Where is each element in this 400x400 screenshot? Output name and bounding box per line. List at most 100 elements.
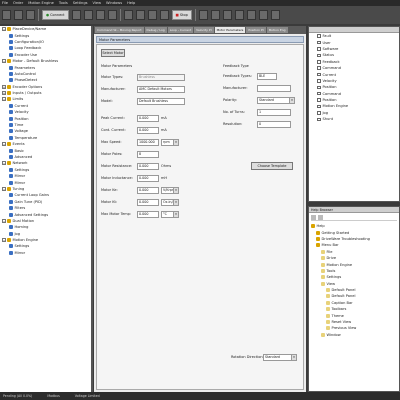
- field-input[interactable]: 0.000: [137, 199, 159, 206]
- tree-item[interactable]: Mirror: [0, 250, 91, 256]
- field-input[interactable]: 0.000: [137, 163, 159, 170]
- page-icon: [326, 326, 330, 331]
- checkbox-icon[interactable]: [317, 98, 321, 102]
- tab-item[interactable]: Motion Eng: [266, 27, 288, 33]
- collapse-icon[interactable]: −: [2, 186, 6, 191]
- tab-item[interactable]: Loop - Current: [167, 27, 194, 33]
- field-input[interactable]: 0.000: [137, 175, 159, 182]
- feedback-input[interactable]: 0: [257, 121, 291, 128]
- tab-item[interactable]: Velocity PI: [194, 27, 214, 33]
- menu-item[interactable]: Settings: [73, 1, 88, 5]
- tab-item[interactable]: Command W... Moving Report: [95, 27, 144, 33]
- checkbox-icon[interactable]: [317, 47, 321, 51]
- signal-item-label: Shunt: [322, 117, 334, 122]
- help-item-label: Menu Bar: [321, 243, 339, 248]
- save-icon[interactable]: [26, 10, 35, 20]
- tool-icon[interactable]: [135, 10, 145, 20]
- field-input[interactable]: AMC Default Motors: [137, 86, 185, 93]
- field-input[interactable]: 1000.000: [137, 139, 159, 146]
- rotation-direction-select[interactable]: Standard ▾: [263, 354, 297, 361]
- open-icon[interactable]: [14, 10, 23, 20]
- stop-button[interactable]: ■ Stop: [171, 10, 192, 20]
- help-tree-item[interactable]: Window: [311, 332, 399, 338]
- checkbox-icon[interactable]: [317, 91, 321, 96]
- tool-icon[interactable]: [210, 10, 220, 20]
- panel-caption: Motor Parameters: [96, 36, 304, 43]
- unit-select[interactable]: rpm ▾: [161, 139, 179, 146]
- checkbox-icon[interactable]: [317, 111, 321, 115]
- expand-icon[interactable]: +: [2, 84, 6, 89]
- tool-icon[interactable]: [159, 10, 169, 20]
- tool-icon[interactable]: [222, 10, 232, 20]
- collapse-icon[interactable]: −: [2, 238, 6, 243]
- page-icon: [326, 313, 330, 318]
- tree-item-label: Limits: [12, 97, 24, 102]
- menu-item[interactable]: Tools: [59, 1, 68, 5]
- checkbox-icon[interactable]: [317, 34, 321, 38]
- checkbox-icon[interactable]: [317, 60, 321, 64]
- new-icon[interactable]: [2, 10, 11, 20]
- tab-item[interactable]: Motor Parameters: [214, 27, 246, 33]
- tree-item-label: Time: [14, 123, 24, 128]
- tool-icon[interactable]: [258, 10, 268, 20]
- menu-item[interactable]: File: [2, 1, 8, 5]
- checkbox-icon[interactable]: [317, 72, 321, 77]
- field-input[interactable]: 0.000: [137, 115, 159, 122]
- checkbox-icon[interactable]: [317, 79, 321, 83]
- polarity-select[interactable]: Standard ▾: [257, 97, 295, 104]
- menu-item[interactable]: View: [93, 1, 102, 5]
- expand-icon[interactable]: +: [2, 91, 6, 96]
- signal-item[interactable]: Shunt: [309, 116, 399, 122]
- tab-item[interactable]: Position PI: [246, 27, 266, 33]
- field-label: Motor Ke:: [101, 188, 118, 192]
- tab-item[interactable]: Debug / Log: [144, 27, 167, 33]
- help-item-label: Getting Started: [321, 230, 350, 235]
- tool-icon[interactable]: [234, 10, 244, 20]
- tool-icon[interactable]: [107, 10, 117, 20]
- menu-item[interactable]: Order: [13, 1, 23, 5]
- unit-select[interactable]: Oz-in/A ▾: [161, 199, 179, 206]
- feedback-input[interactable]: [257, 85, 291, 92]
- collapse-icon[interactable]: −: [2, 161, 6, 166]
- tool-icon[interactable]: [270, 10, 280, 20]
- checkbox-icon[interactable]: [317, 104, 321, 109]
- field-input[interactable]: 0.000: [137, 127, 159, 134]
- back-icon[interactable]: [311, 215, 316, 220]
- field-input[interactable]: 8: [137, 151, 159, 158]
- checkbox-icon[interactable]: [317, 40, 321, 45]
- checkbox-icon[interactable]: [317, 117, 321, 122]
- menu-item[interactable]: Help: [127, 1, 135, 5]
- tool-icon[interactable]: [147, 10, 157, 20]
- collapse-icon[interactable]: −: [2, 142, 6, 147]
- field-input[interactable]: Default Brushless: [137, 98, 185, 105]
- tool-icon[interactable]: [198, 10, 208, 20]
- tree-item-label: Motion Engine: [12, 238, 39, 243]
- collapse-icon[interactable]: −: [2, 59, 6, 64]
- page-icon: [9, 206, 13, 211]
- checkbox-icon[interactable]: [317, 53, 321, 58]
- choose-template-button[interactable]: Choose Template: [251, 162, 293, 170]
- collapse-icon[interactable]: −: [2, 97, 6, 102]
- menu-item[interactable]: Windows: [106, 1, 122, 5]
- checkbox-icon[interactable]: [317, 85, 321, 90]
- field-input[interactable]: 0.000: [137, 187, 159, 194]
- unit-select[interactable]: °C ▾: [161, 211, 179, 218]
- tool-icon[interactable]: [83, 10, 93, 20]
- tool-icon[interactable]: [95, 10, 105, 20]
- feedback-input[interactable]: BLE: [257, 73, 277, 80]
- checkbox-icon[interactable]: [317, 66, 321, 70]
- page-icon: [9, 129, 13, 134]
- collapse-icon[interactable]: −: [2, 27, 6, 32]
- forward-icon[interactable]: [318, 215, 323, 220]
- tool-icon[interactable]: [123, 10, 133, 20]
- document-tabs: Command W... Moving Report Debug / Log Loo…: [94, 26, 306, 34]
- feedback-input[interactable]: 1: [257, 109, 291, 116]
- field-input[interactable]: 0.000: [137, 211, 159, 218]
- collapse-icon[interactable]: −: [2, 218, 6, 223]
- tool-icon[interactable]: [71, 10, 81, 20]
- menu-item[interactable]: Motion Engine: [28, 1, 54, 5]
- unit-select[interactable]: V/Krpm ▾: [161, 187, 179, 194]
- tree-item-label: Advanced: [14, 155, 33, 159]
- connect-button[interactable]: ● Connect: [42, 10, 69, 20]
- tool-icon[interactable]: [246, 10, 256, 20]
